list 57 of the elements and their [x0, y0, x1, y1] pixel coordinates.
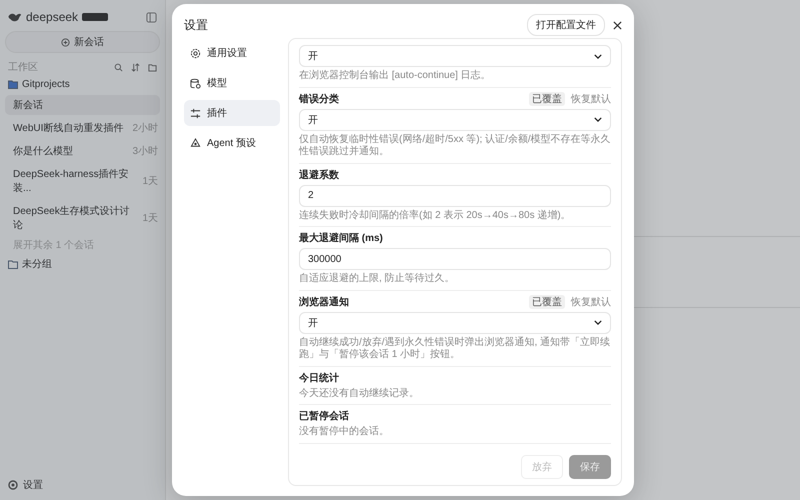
plus-circle-icon: [61, 38, 70, 46]
reset-default-link[interactable]: 恢复默认: [571, 294, 611, 308]
folder-icon: [8, 80, 18, 89]
field-label: 退避系数: [299, 168, 339, 182]
section-title: 工作区: [8, 61, 38, 74]
field-hint: 在浏览器控制台输出 [auto-continue] 日志。: [299, 70, 492, 82]
chat-item[interactable]: 新会话: [5, 95, 160, 115]
chat-item[interactable]: DeepSeek-harness插件安装... 1天: [5, 164, 160, 198]
overridden-badge: 已覆盖: [529, 92, 565, 106]
folder-item[interactable]: Gitprojects: [5, 77, 160, 92]
chevron-down-icon: [594, 320, 602, 325]
whale-logo-icon: [8, 12, 22, 22]
database-icon: [190, 78, 201, 88]
field-label: 已暂停会话: [299, 410, 349, 423]
field-hint: 自适应退避的上限, 防止等待过久。: [299, 273, 456, 286]
field-hint: 今天还没有自动继续记录。: [299, 388, 420, 400]
settings-nav-tab[interactable]: 通用设置: [184, 40, 280, 66]
field-label: 错误分类: [299, 92, 339, 106]
chat-item[interactable]: 你是什么模型 3小时: [5, 141, 160, 161]
field-label: 今日统计: [299, 372, 339, 384]
open-config-button[interactable]: 打开配置文件: [527, 14, 605, 36]
select-dropdown[interactable]: 开: [299, 45, 611, 67]
folder-icon: [8, 260, 18, 268]
chevron-down-icon: [594, 54, 602, 58]
settings-item[interactable]: 设置: [5, 478, 160, 492]
chat-item[interactable]: WebUI断线自动重发插件 2小时: [5, 118, 160, 138]
settings-icon: [8, 480, 18, 490]
logo-text: deepseek: [26, 10, 78, 24]
input-field[interactable]: 2: [299, 184, 611, 206]
field-label: 最大退避间隔 (ms): [299, 232, 383, 245]
folder-add-icon[interactable]: [148, 62, 157, 72]
select-dropdown[interactable]: 开: [299, 312, 611, 334]
settings-nav-tab[interactable]: 模型: [184, 70, 280, 96]
field-label: 浏览器通知: [299, 296, 349, 308]
chat-item[interactable]: DeepSeek生存模式设计讨论 1天: [5, 201, 160, 235]
triangle-icon: [190, 138, 201, 148]
settings-nav-tab[interactable]: 插件: [184, 100, 280, 126]
sort-icon[interactable]: [131, 62, 140, 72]
field-hint: 没有暂停中的会话。: [299, 426, 390, 438]
overridden-badge: 已覆盖: [529, 294, 565, 308]
gear-icon: [190, 48, 201, 58]
sliders-icon: [190, 108, 201, 118]
dialog-title: 设置: [184, 16, 208, 34]
field-hint: 连续失败时冷却间隔的倍率(如 2 表示 20s→40s→80s 递增)。: [299, 210, 572, 222]
chevron-down-icon: [594, 117, 602, 122]
new-chat-button[interactable]: 新会话: [5, 31, 160, 53]
folder-item[interactable]: 未分组: [5, 255, 160, 273]
sidebar-toggle-icon[interactable]: [146, 12, 157, 22]
search-icon[interactable]: [114, 62, 123, 72]
version-badge: [82, 13, 108, 21]
field-hint: 自动继续成功/放弃/遇到永久性错误时弹出浏览器通知, 通知带「立即续跑」与「暂停该会话 1 小时」按钮。: [299, 336, 611, 362]
close-icon[interactable]: [613, 20, 622, 30]
field-hint: 仅自动恢复临时性错误(网络/超时/5xx 等); 认证/余额/模型不存在等永久性错误跳过并通知。: [299, 134, 611, 158]
reset-default-link[interactable]: 恢复默认: [571, 92, 611, 106]
input-field[interactable]: 300000: [299, 248, 611, 270]
settings-nav-tab[interactable]: Agent 预设: [184, 130, 280, 156]
select-dropdown[interactable]: 开: [299, 108, 611, 130]
